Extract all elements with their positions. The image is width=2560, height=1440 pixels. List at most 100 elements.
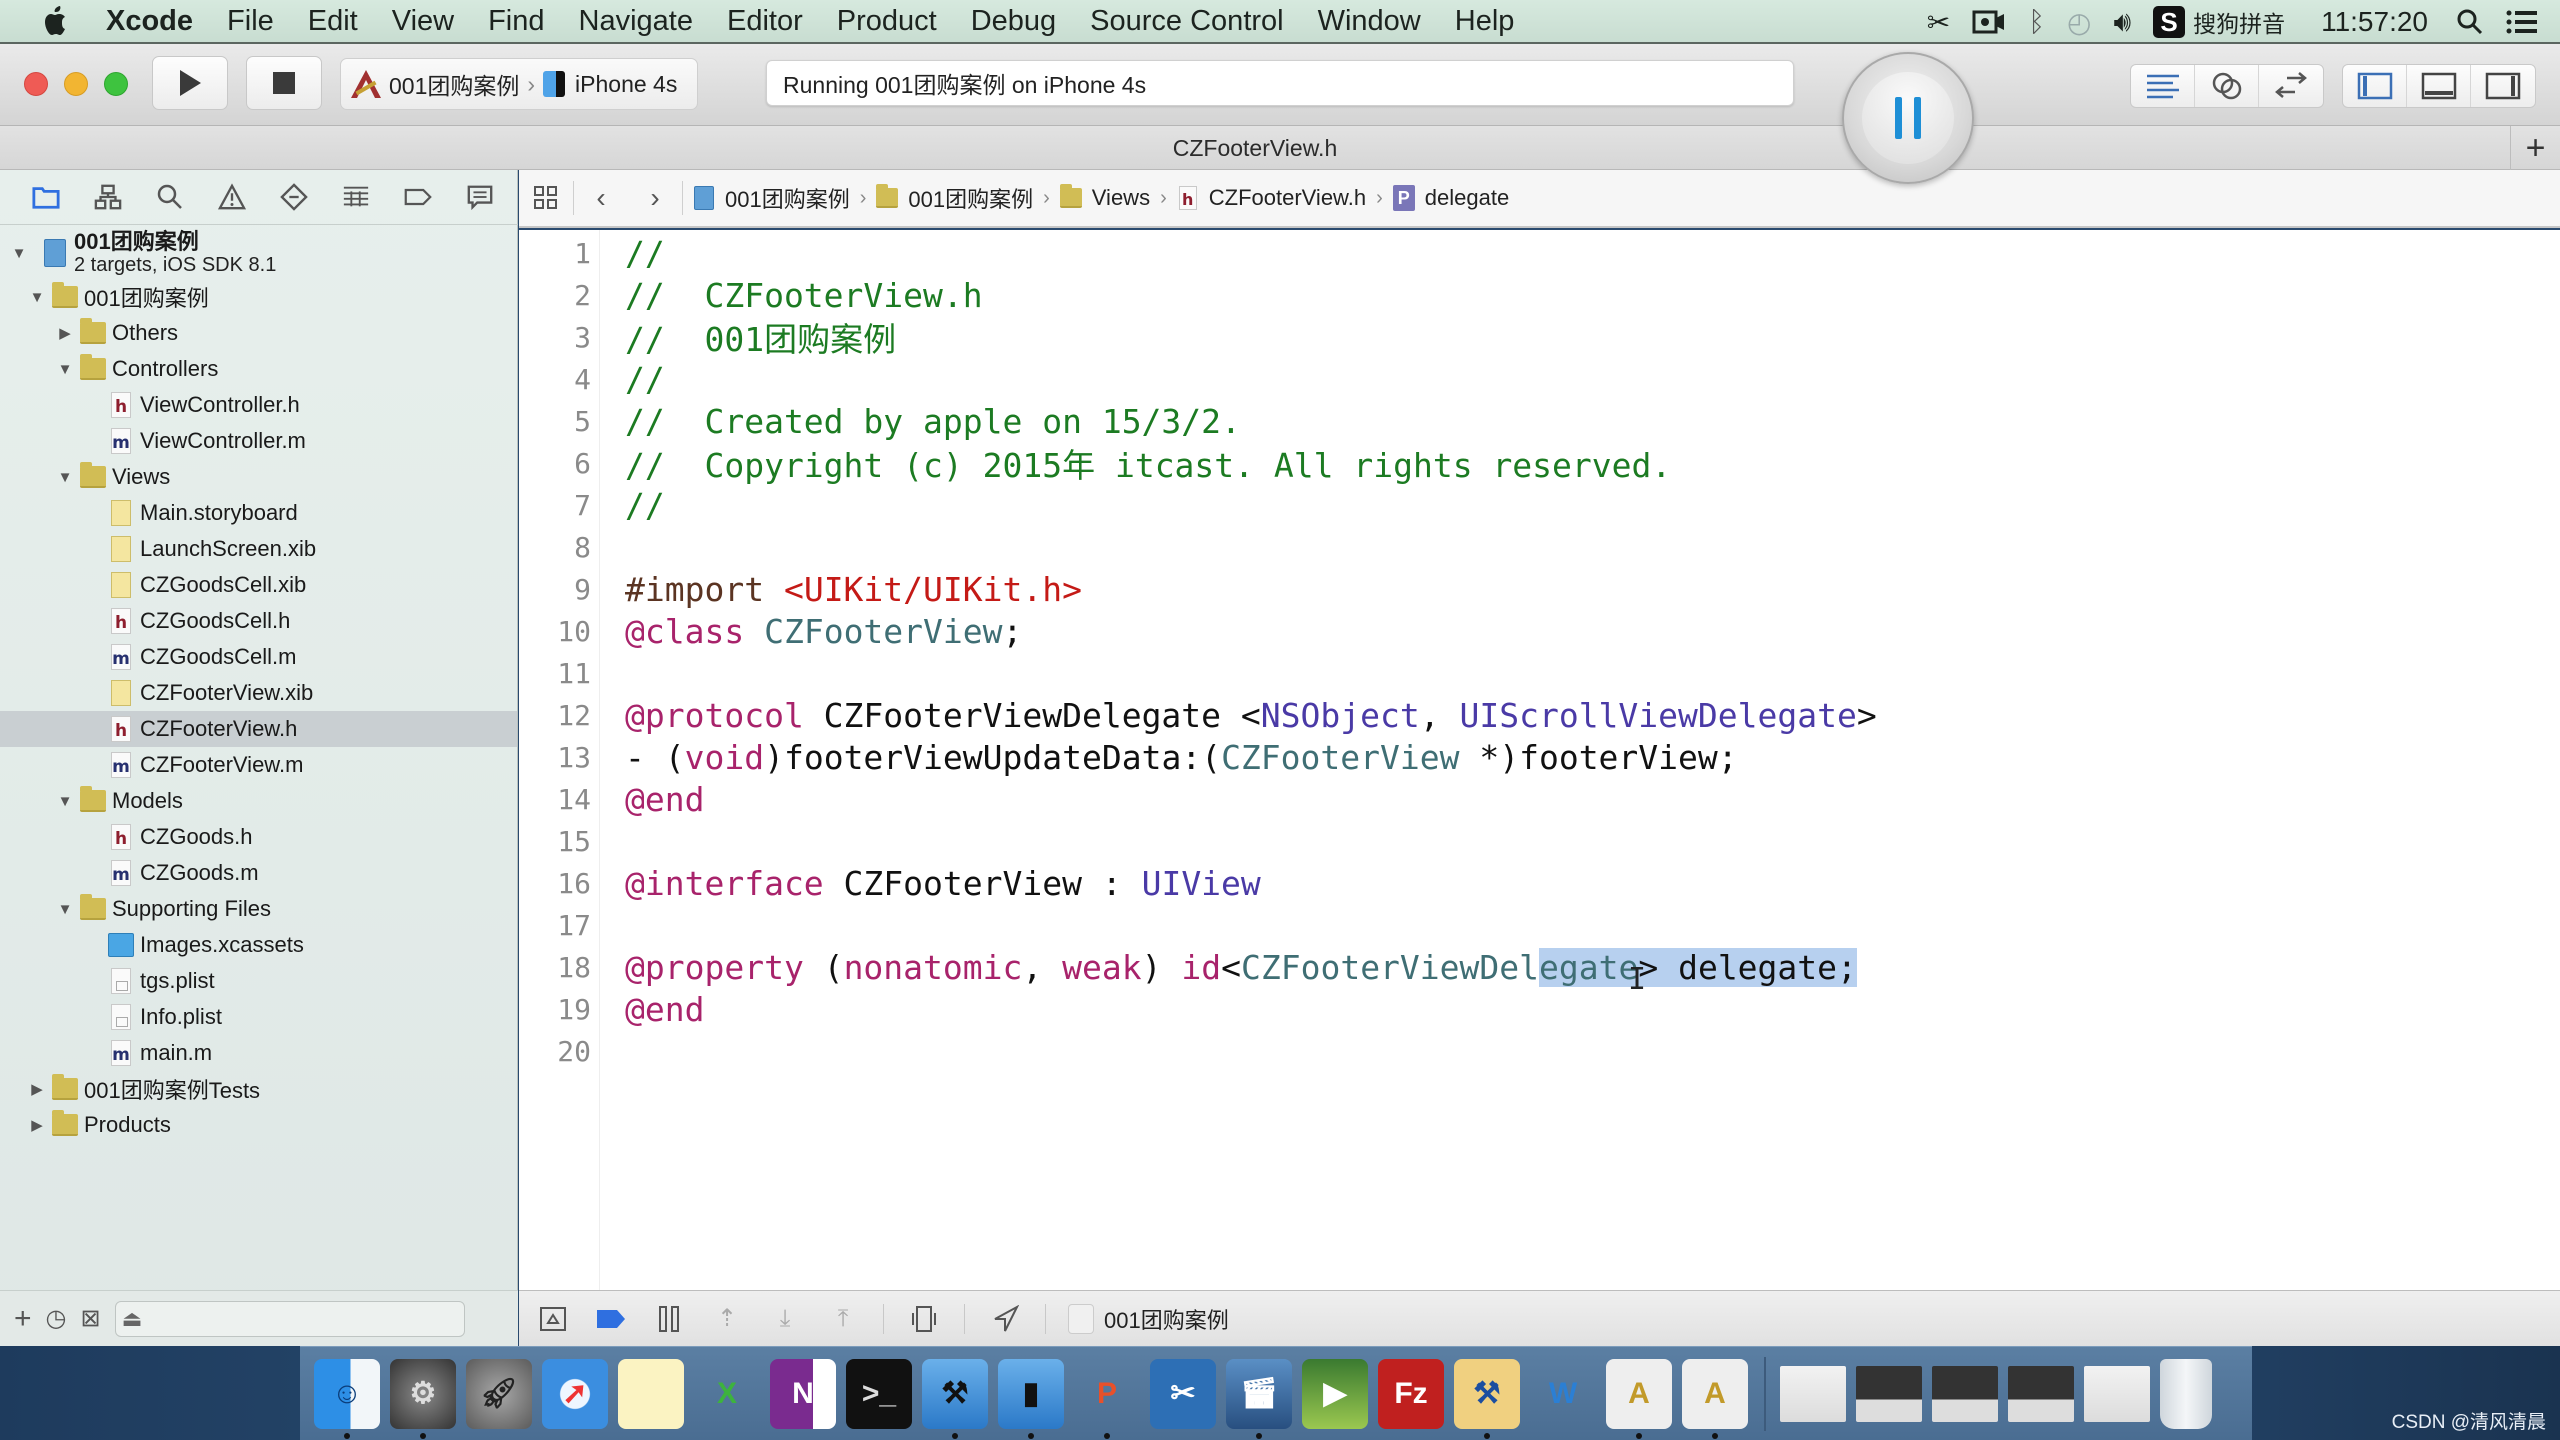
tree-file-row[interactable]: h CZFooterView.h — [0, 711, 517, 747]
simulate-location-button[interactable] — [987, 1301, 1023, 1337]
tab-czfooterview-h[interactable]: CZFooterView.h — [0, 126, 2510, 170]
standard-editor-button[interactable] — [2131, 65, 2195, 107]
scheme-name[interactable]: 001团购案例 — [389, 67, 519, 101]
code-line[interactable]: 6 // Copyright (c) 2015年 itcast. All righ… — [519, 442, 1671, 485]
tree-file-row[interactable]: CZGoodsCell.xib — [0, 567, 517, 603]
breadcrumb-project[interactable]: 001团购案例 › — [693, 182, 866, 214]
dock-app-wunderlist[interactable]: W — [1530, 1359, 1596, 1429]
tree-group-row[interactable]: ▼ 001团购案例 — [0, 279, 517, 315]
tree-file-row[interactable]: m ViewController.m — [0, 423, 517, 459]
code-line[interactable]: 15 — [519, 820, 625, 862]
code-line[interactable]: 19 @end — [519, 988, 704, 1030]
disclosure-closed-icon[interactable]: ▶ — [28, 1116, 46, 1134]
step-out-button[interactable]: ⤒ — [825, 1301, 861, 1337]
tree-group-row[interactable]: ▼ Controllers — [0, 351, 517, 387]
dock-app-instruments[interactable]: ⚒ — [1454, 1358, 1520, 1439]
code-line[interactable]: 18 @property (nonatomic, weak) id<CZFoote… — [519, 946, 1857, 988]
scheme-selector[interactable]: 001团购案例 › iPhone 4s — [340, 58, 698, 110]
volume-icon[interactable]: 🔊︎ — [2113, 6, 2131, 39]
breadcrumb-symbol[interactable]: P delegate — [1392, 185, 1509, 211]
code-line[interactable]: 4 // — [519, 358, 665, 400]
tree-group-row[interactable]: ▶ 001团购案例Tests — [0, 1071, 517, 1107]
dock-app-screenshot-tool[interactable]: ✂ — [1150, 1358, 1216, 1429]
tree-file-row[interactable]: CZFooterView.xib — [0, 675, 517, 711]
toggle-debug-area-button[interactable] — [2407, 65, 2471, 107]
recent-files-icon[interactable]: ◷ — [46, 1304, 67, 1333]
step-into-button[interactable]: ⤓ — [767, 1301, 803, 1337]
dock-app-finder[interactable]: ☺ — [314, 1358, 380, 1439]
breadcrumb-file[interactable]: h CZFooterView.h › — [1177, 185, 1383, 211]
dock-app-keynote-p[interactable]: P — [1074, 1359, 1140, 1439]
tree-file-row[interactable]: h CZGoodsCell.h — [0, 603, 517, 639]
dock-app-terminal[interactable]: >_ — [846, 1358, 912, 1429]
stop-button[interactable] — [246, 56, 322, 110]
related-items-button[interactable] — [519, 169, 573, 227]
source-editor[interactable]: 1 // 2 // CZFooterView.h 3 // 001团购案例 4 // 5 // C… — [519, 230, 2560, 1290]
code-line[interactable]: 12 @protocol CZFooterViewDelegate <NSObje… — [519, 694, 1876, 736]
dock-trash-icon[interactable] — [2160, 1358, 2212, 1429]
debug-navigator-tab[interactable] — [342, 183, 370, 211]
project-root-row[interactable]: ▼ 001团购案例 2 targets, iOS SDK 8.1 — [0, 227, 517, 279]
view-hierarchy-button[interactable] — [906, 1301, 942, 1337]
code-line[interactable]: 10 @class CZFooterView; — [519, 610, 1022, 652]
disclosure-closed-icon[interactable]: ▶ — [28, 1080, 46, 1098]
version-editor-button[interactable] — [2259, 65, 2323, 107]
tree-group-row[interactable]: ▼ Models — [0, 783, 517, 819]
disclosure-open-icon[interactable]: ▼ — [56, 468, 74, 486]
code-line[interactable]: 9 #import <UIKit/UIKit.h> — [519, 568, 1082, 610]
dock-app-system-preferences[interactable]: ⚙ — [390, 1358, 456, 1439]
disclosure-closed-icon[interactable]: ▶ — [56, 324, 74, 342]
issue-navigator-tab[interactable] — [218, 183, 246, 211]
breadcrumb-group[interactable]: 001团购案例 › — [876, 182, 1050, 214]
run-button[interactable] — [152, 56, 228, 110]
dock-app-document-a[interactable]: A — [1606, 1358, 1672, 1439]
screen-record-icon[interactable] — [1972, 9, 2006, 35]
close-window-button[interactable] — [24, 72, 48, 96]
disclosure-open-icon[interactable]: ▼ — [56, 360, 74, 378]
scissors-icon[interactable]: ✂ — [1927, 6, 1950, 39]
menu-help[interactable]: Help — [1455, 5, 1515, 38]
notification-list-icon[interactable] — [2506, 9, 2538, 35]
dock-app-launchpad[interactable]: 🚀︎ — [466, 1358, 532, 1429]
menu-navigate[interactable]: Navigate — [579, 5, 693, 38]
menu-source-control[interactable]: Source Control — [1090, 5, 1283, 38]
symbol-navigator-tab[interactable] — [94, 183, 122, 211]
go-back-button[interactable]: ‹ — [574, 169, 628, 227]
clock[interactable]: 11:57:20 — [2321, 6, 2428, 38]
menu-file[interactable]: File — [227, 5, 274, 38]
dock-app-xcode[interactable]: ⚒ — [922, 1358, 988, 1439]
apple-menu-icon[interactable] — [36, 1, 76, 41]
spotlight-icon[interactable] — [2456, 8, 2484, 36]
project-navigator-tab[interactable] — [32, 183, 60, 211]
pause-continue-button[interactable] — [651, 1301, 687, 1337]
destination-name[interactable]: iPhone 4s — [575, 71, 677, 98]
code-line[interactable]: 20 — [519, 1030, 625, 1072]
menu-window[interactable]: Window — [1318, 5, 1421, 38]
menu-xcode[interactable]: Xcode — [106, 5, 193, 38]
code-line[interactable]: 13 - (void)footerViewUpdateData:(CZFooter… — [519, 736, 1737, 778]
disclosure-open-icon[interactable]: ▼ — [28, 288, 46, 306]
tree-file-row[interactable]: tgs.plist — [0, 963, 517, 999]
tree-file-row[interactable]: Images.xcassets — [0, 927, 517, 963]
dock-app-safari[interactable]: ➚ — [542, 1358, 608, 1429]
dock-app-video-editor[interactable]: 🎬︎ — [1226, 1358, 1292, 1439]
disclosure-open-icon[interactable]: ▼ — [56, 900, 74, 918]
step-over-button[interactable]: ⇡ — [709, 1301, 745, 1337]
tree-file-row[interactable]: Info.plist — [0, 999, 517, 1035]
find-navigator-tab[interactable] — [156, 183, 184, 211]
code-line[interactable]: 2 // CZFooterView.h — [519, 274, 982, 316]
code-line[interactable]: 16 @interface CZFooterView : UIView — [519, 862, 1261, 904]
dock-app-onenote[interactable]: N — [770, 1358, 836, 1429]
menu-debug[interactable]: Debug — [971, 5, 1056, 38]
minimize-window-button[interactable] — [64, 72, 88, 96]
disclosure-open-icon[interactable]: ▼ — [56, 792, 74, 810]
breadcrumb-views[interactable]: Views › — [1059, 184, 1167, 211]
hide-debug-area-button[interactable] — [535, 1301, 571, 1337]
tree-group-row[interactable]: ▼ Supporting Files — [0, 891, 517, 927]
tree-group-row[interactable]: ▶ Products — [0, 1107, 517, 1143]
tree-file-row[interactable]: m main.m — [0, 1035, 517, 1071]
breakpoints-toggle-button[interactable] — [593, 1301, 629, 1337]
tree-file-row[interactable]: h CZGoods.h — [0, 819, 517, 855]
add-tab-button[interactable]: + — [2510, 126, 2560, 170]
dock-minimized-window[interactable] — [2008, 1365, 2074, 1422]
